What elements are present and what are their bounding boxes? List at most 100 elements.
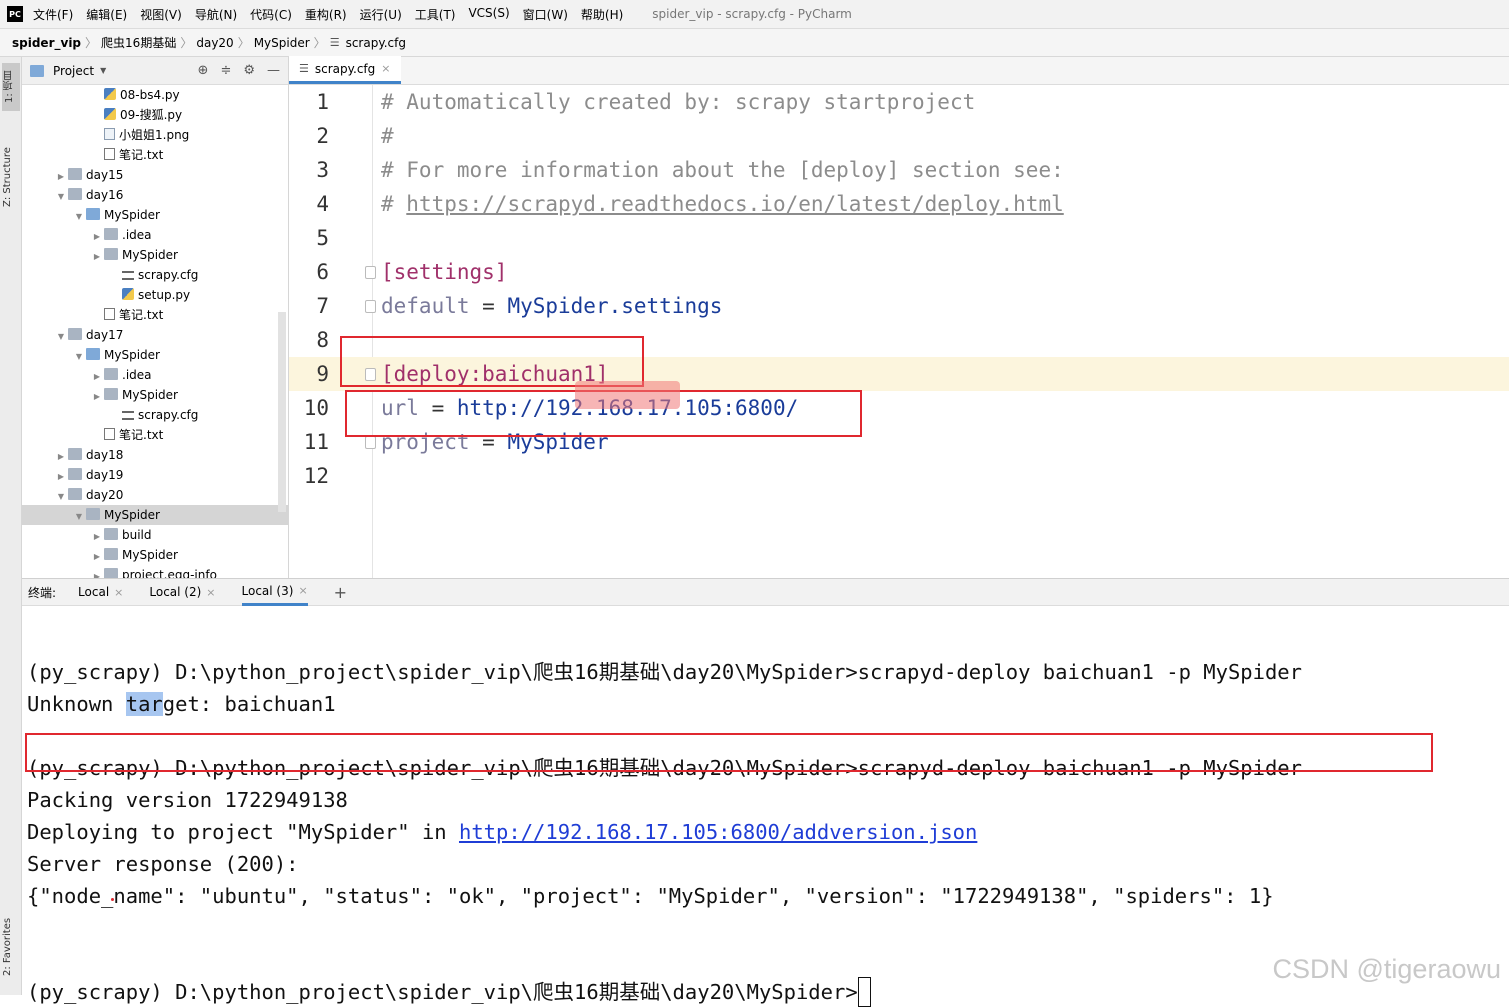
tree-item[interactable]: ▶MySpider	[22, 245, 288, 265]
fold-marker-icon[interactable]	[365, 266, 376, 279]
close-icon[interactable]: ×	[114, 586, 123, 599]
tree-item[interactable]: ▶day19	[22, 465, 288, 485]
chevron-down-icon[interactable]: ▼	[72, 207, 86, 227]
menu-item[interactable]: 运行(U)	[360, 6, 402, 23]
close-icon[interactable]: ×	[206, 586, 215, 599]
code-line[interactable]: 8	[289, 323, 1509, 357]
fold-marker-icon[interactable]	[365, 368, 376, 381]
breadcrumb-folder-day20[interactable]: day20	[196, 36, 233, 50]
tool-window-favorites-tab[interactable]: 2: Favorites	[2, 907, 20, 987]
chevron-down-icon[interactable]: ▼	[54, 187, 68, 207]
tree-item[interactable]: scrapy.cfg	[22, 265, 288, 285]
tab-scrapy-cfg[interactable]: ☰ scrapy.cfg ×	[289, 56, 401, 84]
chevron-right-icon[interactable]: ▶	[90, 367, 104, 387]
locate-file-icon[interactable]: ⊕	[198, 63, 209, 78]
menu-item[interactable]: 视图(V)	[140, 6, 182, 23]
chevron-right-icon[interactable]: ▶	[90, 527, 104, 547]
code-line[interactable]: 4# https://scrapyd.readthedocs.io/en/lat…	[289, 187, 1509, 221]
code-line[interactable]: 1# Automatically created by: scrapy star…	[289, 85, 1509, 119]
tree-item[interactable]: ▶.idea	[22, 365, 288, 385]
tree-item[interactable]: ▶project.egg-info	[22, 565, 288, 578]
tree-item[interactable]: ▼MySpider	[22, 205, 288, 225]
fold-marker-icon[interactable]	[365, 436, 376, 449]
chevron-right-icon[interactable]: ▶	[54, 167, 68, 187]
tool-window-project-tab[interactable]: 1: 项目	[2, 63, 20, 111]
tree-item[interactable]: 笔记.txt	[22, 305, 288, 325]
code-line[interactable]: 5	[289, 221, 1509, 255]
terminal-output[interactable]: (py_scrapy) D:\python_project\spider_vip…	[22, 606, 1509, 995]
chevron-right-icon[interactable]: ▶	[90, 247, 104, 267]
tree-item[interactable]: ▼day20	[22, 485, 288, 505]
chevron-down-icon[interactable]: ▼	[72, 347, 86, 367]
code-line[interactable]: 6[settings]	[289, 255, 1509, 289]
breadcrumb-folder-myspider[interactable]: MySpider	[254, 36, 310, 50]
tree-item[interactable]: ▼day16	[22, 185, 288, 205]
code-line[interactable]: 12	[289, 459, 1509, 493]
menu-item[interactable]: 导航(N)	[195, 6, 237, 23]
tree-item[interactable]: ▶build	[22, 525, 288, 545]
tool-window-structure-tab[interactable]: Z: Structure	[2, 137, 20, 217]
breadcrumb-file[interactable]: scrapy.cfg	[346, 36, 406, 50]
tree-item[interactable]: 笔记.txt	[22, 145, 288, 165]
tree-item[interactable]: setup.py	[22, 285, 288, 305]
fold-marker-icon[interactable]	[365, 300, 376, 313]
chevron-right-icon[interactable]: ▶	[54, 467, 68, 487]
terminal-link[interactable]: http://192.168.17.105:6800/addversion.js…	[459, 820, 977, 844]
floating-annotation-toolbar[interactable]	[575, 381, 680, 409]
chevron-down-icon[interactable]: ▼	[54, 327, 68, 347]
chevron-right-icon[interactable]: ▶	[54, 447, 68, 467]
tree-item[interactable]: ▼day17	[22, 325, 288, 345]
minimize-icon[interactable]: —	[267, 63, 280, 78]
chevron-right-icon[interactable]: ▶	[90, 387, 104, 407]
chevron-down-icon[interactable]: ▼	[72, 507, 86, 527]
code-line[interactable]: 3# For more information about the [deplo…	[289, 153, 1509, 187]
menu-item[interactable]: 帮助(H)	[581, 6, 623, 23]
tree-item[interactable]: ▶MySpider	[22, 385, 288, 405]
collapse-all-icon[interactable]: ≑	[220, 63, 231, 78]
watermark: CSDN @tigeraowu	[1273, 954, 1502, 985]
tree-item[interactable]: ▶day18	[22, 445, 288, 465]
menu-item[interactable]: 窗口(W)	[523, 6, 568, 23]
tree-item[interactable]: scrapy.cfg	[22, 405, 288, 425]
tree-item[interactable]: ▶MySpider	[22, 545, 288, 565]
menu-item[interactable]: 代码(C)	[250, 6, 292, 23]
menu-item[interactable]: 工具(T)	[415, 6, 456, 23]
tree-item[interactable]: 08-bs4.py	[22, 85, 288, 105]
code-line[interactable]: 11project = MySpider	[289, 425, 1509, 459]
terminal-tab[interactable]: Local×	[78, 578, 123, 606]
tree-item[interactable]: ▼MySpider	[22, 505, 288, 525]
code-token[interactable]: https://scrapyd.readthedocs.io/en/latest…	[406, 192, 1063, 216]
breadcrumb-folder-course[interactable]: 爬虫16期基础	[101, 34, 176, 51]
tree-item[interactable]: ▶.idea	[22, 225, 288, 245]
terminal-tab[interactable]: Local (3)×	[242, 578, 308, 606]
gear-icon[interactable]: ⚙	[243, 63, 255, 78]
code-line[interactable]: 2#	[289, 119, 1509, 153]
close-icon[interactable]: ×	[381, 62, 390, 75]
tree-item[interactable]: ▼MySpider	[22, 345, 288, 365]
menu-item[interactable]: 文件(F)	[33, 6, 73, 23]
breadcrumb-project[interactable]: spider_vip	[12, 36, 81, 50]
tree-item[interactable]: 笔记.txt	[22, 425, 288, 445]
project-view-dropdown[interactable]: Project	[53, 64, 94, 78]
close-icon[interactable]: ×	[298, 584, 307, 597]
chevron-down-icon[interactable]: ▼	[100, 66, 106, 75]
terminal-tab[interactable]: Local (2)×	[149, 578, 215, 606]
chevron-right-icon[interactable]: ▶	[90, 227, 104, 247]
tree-item[interactable]: 小姐姐1.png	[22, 125, 288, 145]
chevron-down-icon[interactable]: ▼	[54, 487, 68, 507]
code-editor[interactable]: 1# Automatically created by: scrapy star…	[289, 85, 1509, 578]
chevron-right-icon[interactable]: ▶	[90, 547, 104, 567]
code-line[interactable]: 10url = http://192.168.17.105:6800/	[289, 391, 1509, 425]
tree-item[interactable]: 09-搜狐.py	[22, 105, 288, 125]
menu-item[interactable]: VCS(S)	[468, 6, 509, 23]
add-terminal-icon[interactable]: +	[334, 583, 347, 602]
menu-item[interactable]: 重构(R)	[305, 6, 347, 23]
tree-scrollbar[interactable]	[278, 312, 286, 512]
code-line[interactable]: 7default = MySpider.settings	[289, 289, 1509, 323]
code-line[interactable]: 9[deploy:baichuan1]	[289, 357, 1509, 391]
tree-item[interactable]: ▶day15	[22, 165, 288, 185]
code-token: MySpider.settings	[507, 294, 722, 318]
chevron-right-icon[interactable]: ▶	[90, 567, 104, 578]
code-text: # https://scrapyd.readthedocs.io/en/late…	[381, 187, 1064, 221]
menu-item[interactable]: 编辑(E)	[86, 6, 127, 23]
